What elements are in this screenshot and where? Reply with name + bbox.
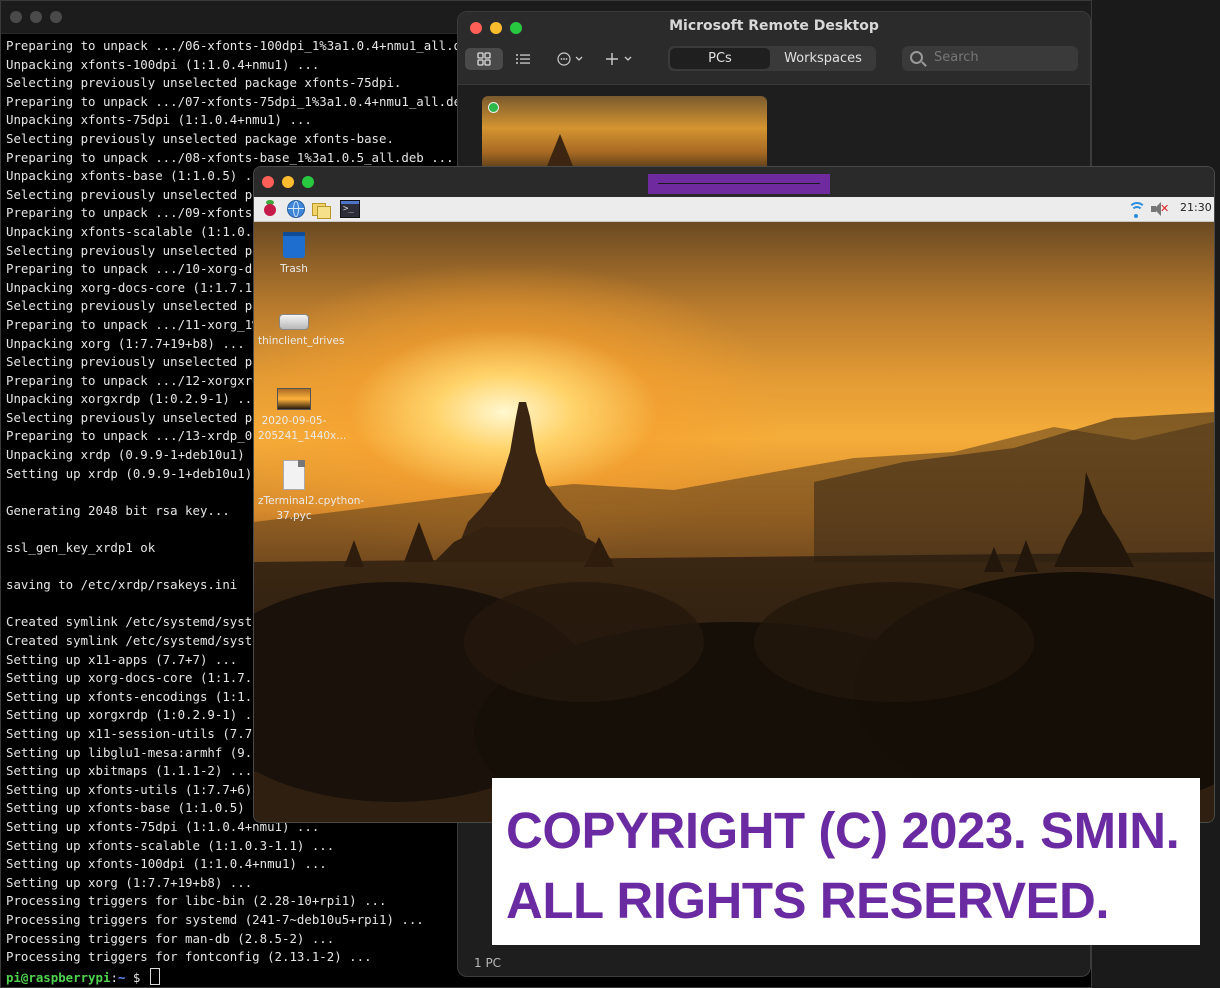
- tab-workspaces[interactable]: Workspaces: [772, 48, 874, 69]
- raspberry-pi-taskbar: >_ ✕ 21:30: [254, 197, 1214, 222]
- copyright-line-1: COPYRIGHT (C) 2023. SMIN.: [506, 802, 1180, 859]
- window-title: Microsoft Remote Desktop: [669, 18, 879, 34]
- file-icon: [283, 460, 305, 490]
- more-options-icon[interactable]: [552, 48, 592, 70]
- zoom-button[interactable]: [302, 176, 314, 188]
- session-titlebar[interactable]: [254, 167, 1214, 197]
- zoom-button[interactable]: [50, 11, 62, 23]
- prompt-user: pi@raspberrypi: [6, 970, 111, 985]
- search-field[interactable]: Search: [902, 46, 1078, 71]
- search-icon: [910, 51, 923, 64]
- volume-muted-icon[interactable]: ✕: [1151, 200, 1169, 218]
- add-icon[interactable]: [600, 48, 640, 70]
- pc-count: 1 PC: [474, 956, 502, 970]
- minimize-button[interactable]: [30, 11, 42, 23]
- desktop-icon-trash[interactable]: Trash: [258, 232, 330, 277]
- drive-icon: [279, 314, 309, 330]
- prompt-separator: :: [110, 970, 118, 985]
- minimize-button[interactable]: [282, 176, 294, 188]
- remote-session-window[interactable]: >_ ✕ 21:30 Trash thinclient_drives 2020-…: [253, 166, 1215, 823]
- desktop-icon-label: zTerminal2.cpython-37.pyc: [258, 495, 365, 522]
- close-button[interactable]: [262, 176, 274, 188]
- wifi-icon[interactable]: [1128, 200, 1146, 218]
- desktop-icon-screenshot[interactable]: 2020-09-05-205241_1440x...: [258, 384, 347, 444]
- file-manager-icon[interactable]: [312, 200, 331, 219]
- redacted-session-title: [648, 174, 830, 194]
- prompt-symbol: $: [125, 970, 148, 985]
- desktop-icon-label: thinclient_drives: [258, 335, 345, 347]
- desktop-icon-pyc-file[interactable]: zTerminal2.cpython-37.pyc: [258, 460, 365, 524]
- search-placeholder: Search: [934, 50, 979, 65]
- copyright-line-2: ALL RIGHTS RESERVED.: [506, 872, 1110, 929]
- desktop-wallpaper: Trash thinclient_drives 2020-09-05-20524…: [254, 222, 1214, 822]
- clock[interactable]: 21:30: [1180, 201, 1212, 214]
- web-browser-icon[interactable]: [287, 200, 305, 218]
- close-button[interactable]: [10, 11, 22, 23]
- trash-icon: [283, 232, 305, 258]
- thumbnail-preview-image: [547, 134, 573, 166]
- terminal-icon[interactable]: >_: [340, 200, 360, 218]
- pc-thumbnail[interactable]: [482, 96, 767, 176]
- connection-status-indicator: [488, 102, 499, 113]
- remote-desktop-toolbar: Microsoft Remote Desktop PCs Workspaces …: [458, 12, 1090, 85]
- view-segmented-control: PCs Workspaces: [668, 46, 876, 71]
- grid-view-icon[interactable]: [465, 48, 503, 70]
- pagoda-sunset-landscape: [254, 402, 1214, 822]
- desktop-icon-label: Trash: [280, 263, 308, 275]
- tab-pcs[interactable]: PCs: [670, 48, 770, 69]
- image-file-icon: [277, 388, 311, 410]
- raspberry-menu-icon[interactable]: [261, 200, 279, 218]
- desktop-icon-thinclient-drives[interactable]: thinclient_drives: [258, 308, 345, 349]
- text-cursor: [149, 968, 160, 985]
- terminal-prompt[interactable]: pi@raspberrypi:~ $: [6, 968, 160, 988]
- copyright-watermark: COPYRIGHT (C) 2023. SMIN. ALL RIGHTS RES…: [492, 778, 1200, 945]
- list-view-icon[interactable]: [511, 48, 535, 70]
- desktop-icon-label: 2020-09-05-205241_1440x...: [258, 415, 347, 442]
